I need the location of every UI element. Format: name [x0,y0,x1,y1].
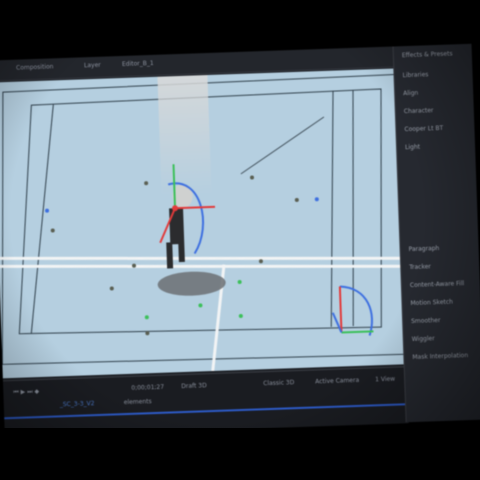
tab-layer[interactable]: Layer [84,62,101,70]
timecode[interactable]: 0;00;01;27 [131,384,164,392]
effects-presets-tab[interactable]: Effects & Presets [402,50,453,59]
timeline-controls[interactable]: ⏮ ▶ ⏭ ◆ [13,388,39,397]
render-mode[interactable]: Draft 3D [181,382,207,390]
tennis-court-footage [0,73,407,372]
camera-line [240,116,325,175]
photo-scene: Composition Layer Editor_B_1 ⏮ ▶ ⏭ ◆ 0;0… [0,0,480,480]
monitor-screen: Composition Layer Editor_B_1 ⏮ ▶ ⏭ ◆ 0;0… [0,43,480,438]
panel-item-align[interactable]: Align [403,90,418,98]
panel-item-libraries[interactable]: Libraries [402,71,428,79]
layer-name[interactable]: _SC_3-3_V2 [60,400,95,408]
panel-item-paragraph[interactable]: Paragraph [409,245,440,253]
panel-item-character[interactable]: Character [404,107,434,115]
renderer-select[interactable]: Classic 3D [263,379,294,387]
letterbox-bottom [0,428,480,480]
font-name[interactable]: Cooper Lt BT [404,125,443,133]
panel-item-content-aware-fill[interactable]: Content-Aware Fill [410,280,465,289]
panel-item-smoother[interactable]: Smoother [411,317,441,325]
tab-editor[interactable]: Editor_B_1 [122,60,154,68]
panel-item-mask-interpolation[interactable]: Mask Interpolation [412,352,468,361]
panel-item-motion-sketch[interactable]: Motion Sketch [410,299,453,307]
letterbox-top [0,0,480,52]
composition-viewer[interactable] [0,68,407,379]
tab-composition[interactable]: Composition [16,63,54,71]
player-shadow [157,271,226,296]
camera-select[interactable]: Active Camera [315,377,359,386]
precomp-name[interactable]: elements [124,398,152,406]
panel-item-tracker[interactable]: Tracker [409,263,431,271]
court-white-lines [0,256,404,372]
panel-item-wiggler[interactable]: Wiggler [412,335,435,343]
timeline-panel: ⏮ ▶ ⏭ ◆ 0;00;01;27 Draft 3D Classic 3D A… [2,366,409,438]
light-beam [157,75,212,197]
font-style[interactable]: Light [405,144,420,152]
right-panel: Effects & Presets Libraries Align Charac… [392,43,480,423]
view-select[interactable]: 1 View [375,376,395,384]
